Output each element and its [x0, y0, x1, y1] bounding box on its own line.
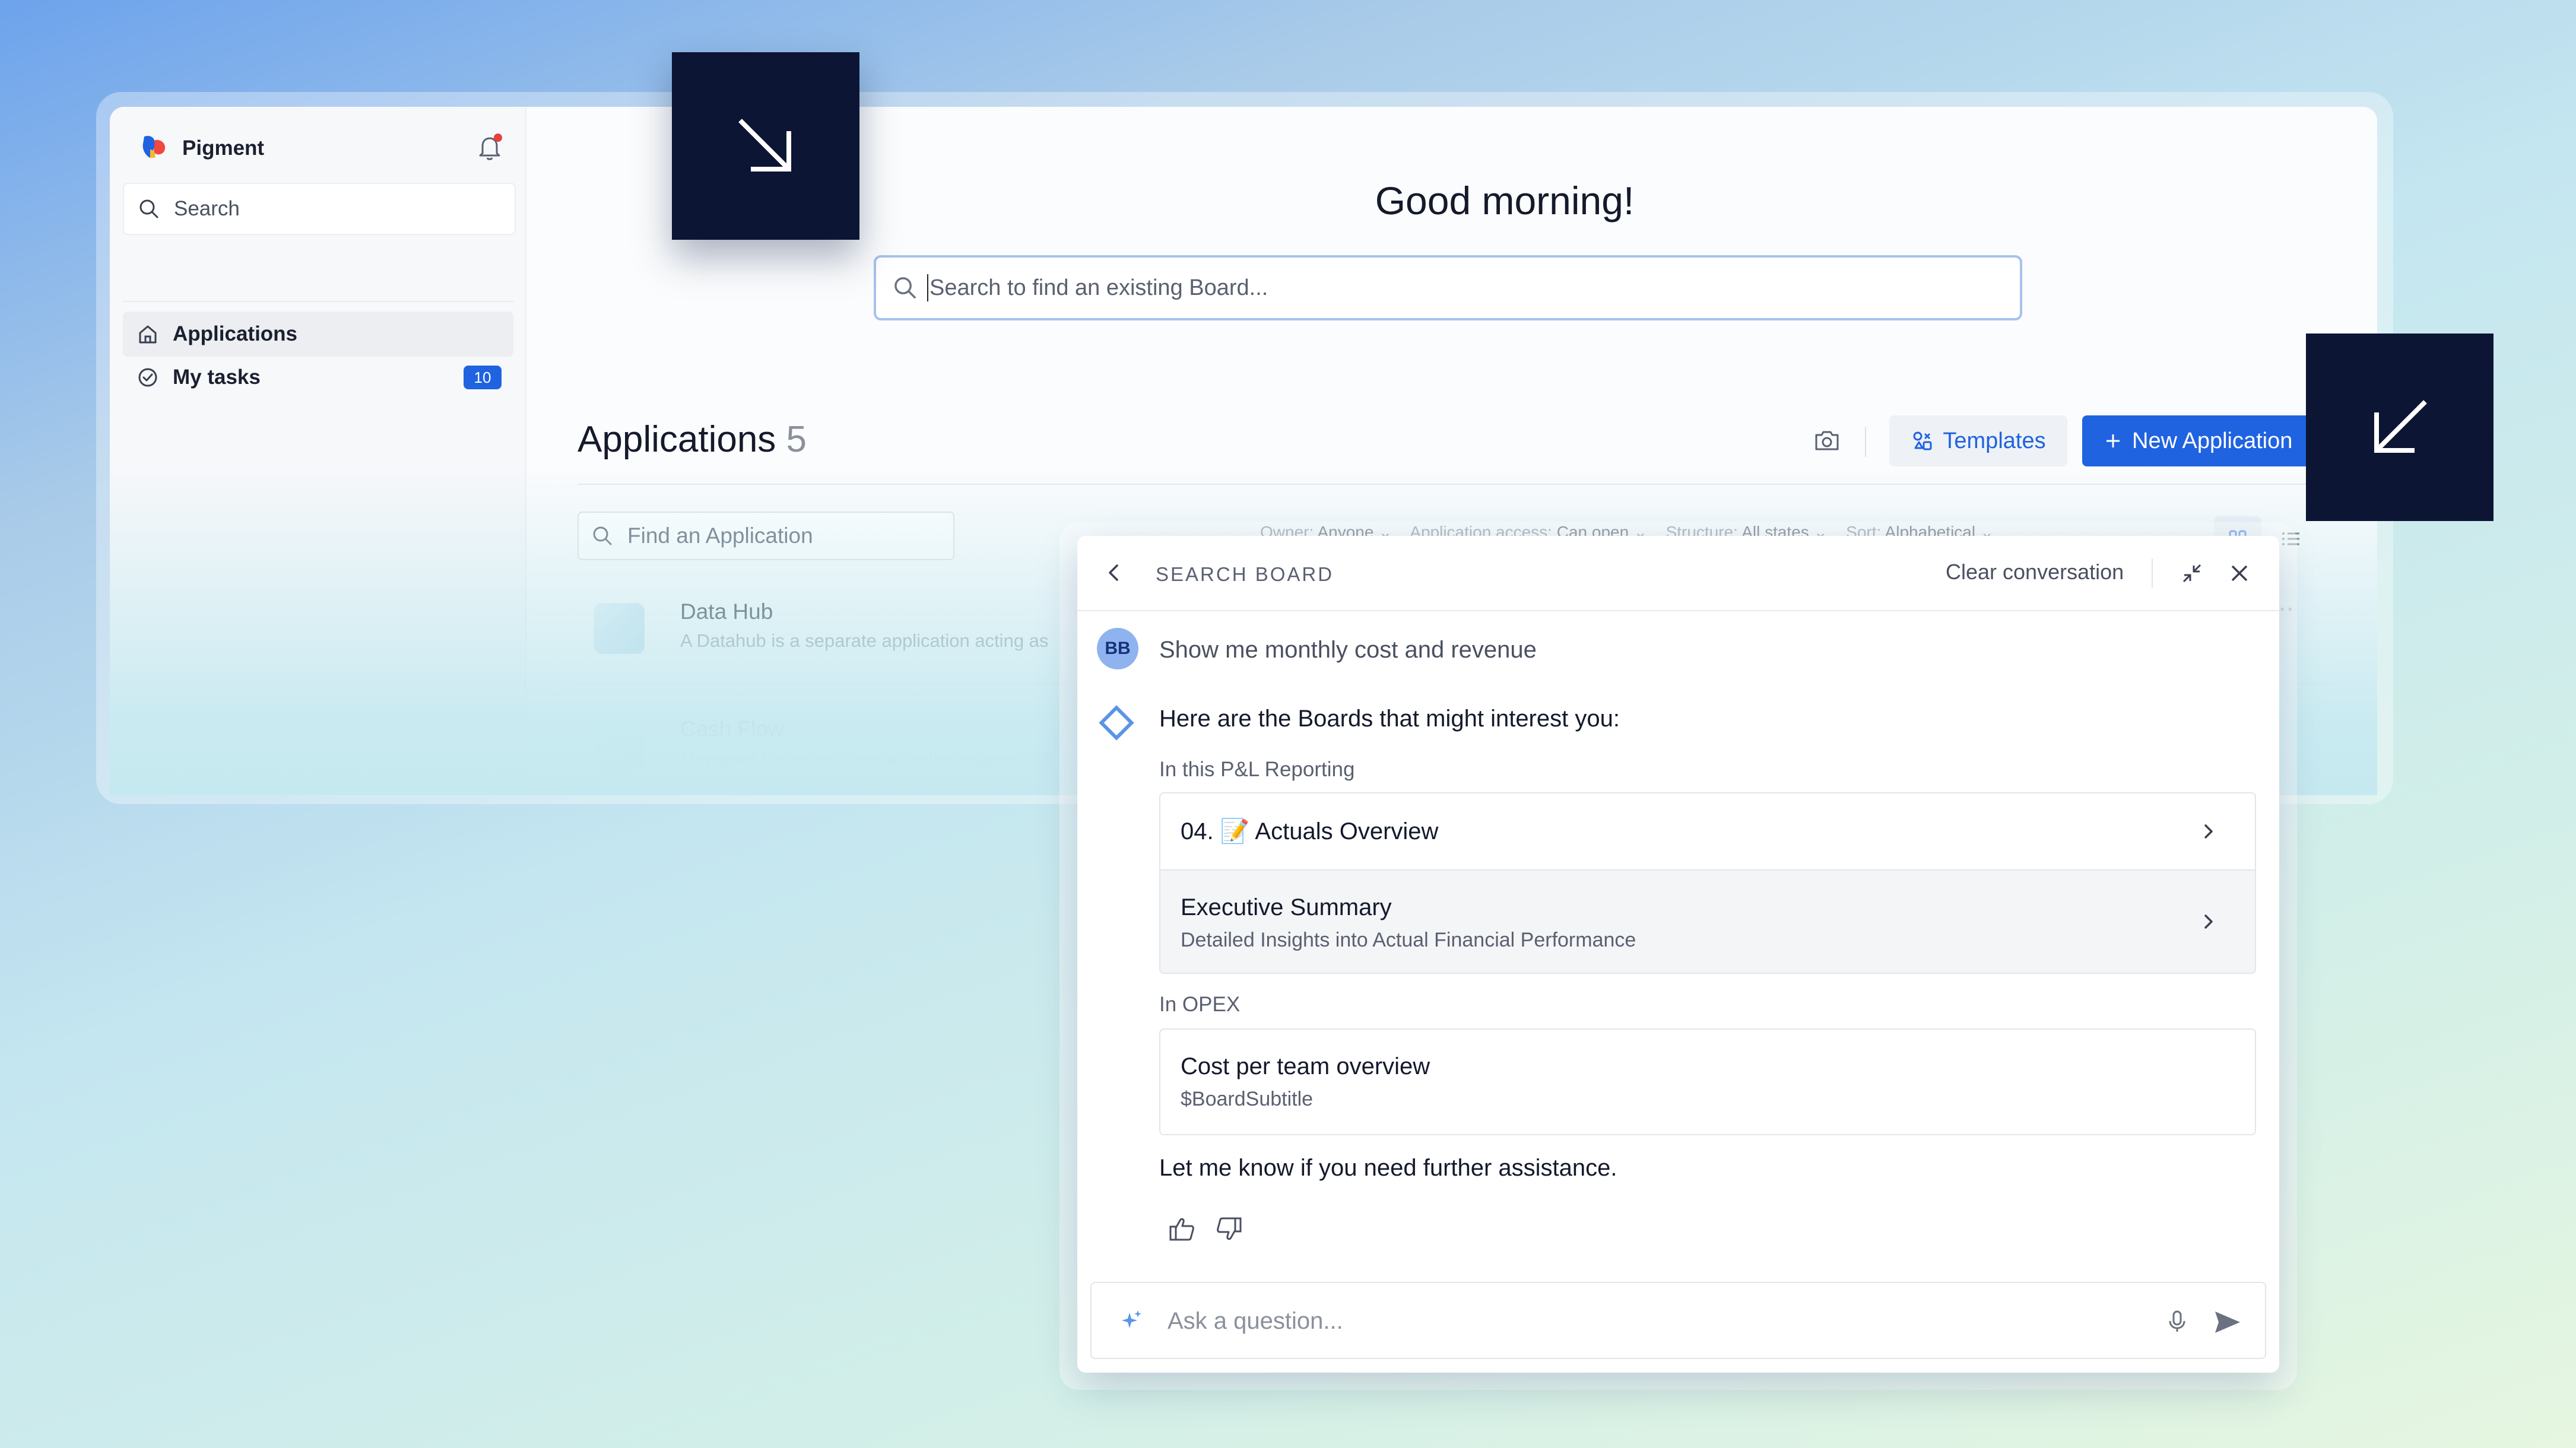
close-icon[interactable]: [2226, 560, 2253, 587]
board-search-input[interactable]: Search to find an existing Board...: [874, 255, 2022, 320]
check-circle-icon: [138, 368, 157, 387]
minimize-icon[interactable]: [2178, 560, 2206, 587]
back-chevron-icon[interactable]: [1101, 560, 1127, 586]
home-icon: [139, 325, 157, 344]
ai-diamond-icon: [1095, 701, 1138, 744]
ai-closing-message: Let me know if you need further assistan…: [1159, 1155, 1617, 1181]
board-result-item[interactable]: Executive Summary Detailed Insights into…: [1160, 869, 2255, 973]
mic-icon[interactable]: [2163, 1307, 2191, 1335]
new-application-label: New Application: [2132, 428, 2293, 453]
panel-title: SEARCH BOARD: [1156, 563, 1334, 585]
templates-button[interactable]: Templates: [1889, 415, 2067, 466]
sidebar: Pigment Search My tasks 10 Applications: [110, 107, 526, 795]
brand: Pigment: [138, 125, 264, 172]
arrow-down-right-tile: [672, 52, 859, 240]
board-results-card: 04. 📝 Actuals Overview Executive Summary…: [1159, 792, 2256, 974]
section-divider: [578, 484, 2334, 485]
bell-icon[interactable]: [472, 129, 507, 165]
new-application-button[interactable]: New Application: [2082, 415, 2320, 466]
applications-count: 5: [786, 419, 807, 460]
application-thumbnail: [594, 603, 645, 654]
find-application-placeholder: Find an Application: [627, 523, 813, 548]
clear-conversation-button[interactable]: Clear conversation: [1946, 560, 2124, 585]
thumbs-down-icon[interactable]: [1214, 1214, 1245, 1244]
user-message: Show me monthly cost and revenue: [1159, 637, 1537, 663]
board-subtitle: $BoardSubtitle: [1181, 1088, 1314, 1110]
camera-icon[interactable]: [1810, 424, 1844, 458]
tasks-count-badge: 10: [464, 366, 502, 389]
sidebar-search-label: Search: [174, 197, 240, 220]
send-icon[interactable]: [2210, 1306, 2244, 1339]
applications-title: Applications: [578, 419, 776, 460]
arrow-down-left-icon: [2374, 400, 2427, 453]
sparkle-icon: [1122, 1310, 1141, 1328]
board-group-label: In this P&L Reporting: [1159, 758, 1355, 781]
application-description: A Datahub is a separate application acti…: [680, 630, 1049, 651]
arrow-down-right-icon: [738, 119, 791, 172]
board-search-placeholder: Search to find an existing Board...: [929, 275, 1268, 300]
board-result-item[interactable]: Cost per team overview $BoardSubtitle: [1160, 1030, 2255, 1134]
sidebar-item-applications[interactable]: Applications: [123, 312, 513, 357]
board-title: 04. 📝 Actuals Overview: [1181, 818, 1439, 844]
search-icon: [139, 199, 158, 218]
find-application-input[interactable]: Find an Application: [578, 512, 954, 560]
panel-header: SEARCH BOARD Clear conversation: [1077, 536, 2279, 611]
ask-question-input[interactable]: Ask a question...: [1090, 1282, 2266, 1359]
sidebar-item-my-tasks[interactable]: My tasks 10: [123, 355, 513, 400]
thumbs-up-icon[interactable]: [1166, 1214, 1197, 1244]
sidebar-search[interactable]: Search: [123, 183, 516, 235]
search-icon: [593, 526, 612, 545]
greeting: Good morning!: [1375, 179, 1635, 223]
templates-icon: [1913, 431, 1932, 450]
application-thumbnail: [594, 720, 645, 771]
applications-heading: Applications 5: [578, 418, 807, 461]
sidebar-divider: [123, 301, 513, 302]
board-title: Executive Summary: [1181, 894, 1392, 920]
sidebar-item-label: My tasks: [173, 366, 261, 389]
board-title: Cost per team overview: [1181, 1053, 1430, 1079]
board-results-card: Cost per team overview $BoardSubtitle: [1159, 1028, 2256, 1135]
application-description: Map your Balance Sheet activities agains…: [680, 748, 1051, 769]
application-name: Data Hub: [680, 599, 773, 624]
board-group-label: In OPEX: [1159, 993, 1241, 1016]
header-divider: [2152, 558, 2153, 588]
application-name: Cash Flow: [680, 717, 784, 741]
sidebar-item-label: Applications: [173, 322, 298, 345]
board-result-item[interactable]: 04. 📝 Actuals Overview: [1160, 793, 2255, 869]
board-subtitle: Detailed Insights into Actual Financial …: [1181, 929, 1636, 951]
user-avatar: BB: [1097, 628, 1138, 669]
ask-question-placeholder: Ask a question...: [1168, 1308, 1343, 1334]
text-caret: [927, 274, 928, 301]
ai-message: Here are the Boards that might interest …: [1159, 706, 1620, 732]
brand-name: Pigment: [182, 136, 265, 160]
pigment-logo-icon: [138, 132, 169, 166]
search-icon: [894, 277, 916, 299]
toolbar-divider: [1865, 427, 1866, 457]
search-board-panel: SEARCH BOARD Clear conversation BB Show …: [1077, 536, 2279, 1373]
chevron-right-icon: [2204, 914, 2213, 929]
plus-icon: [2107, 434, 2120, 447]
templates-label: Templates: [1943, 428, 2046, 453]
arrow-down-left-tile: [2306, 334, 2493, 521]
chevron-right-icon: [2204, 824, 2213, 839]
